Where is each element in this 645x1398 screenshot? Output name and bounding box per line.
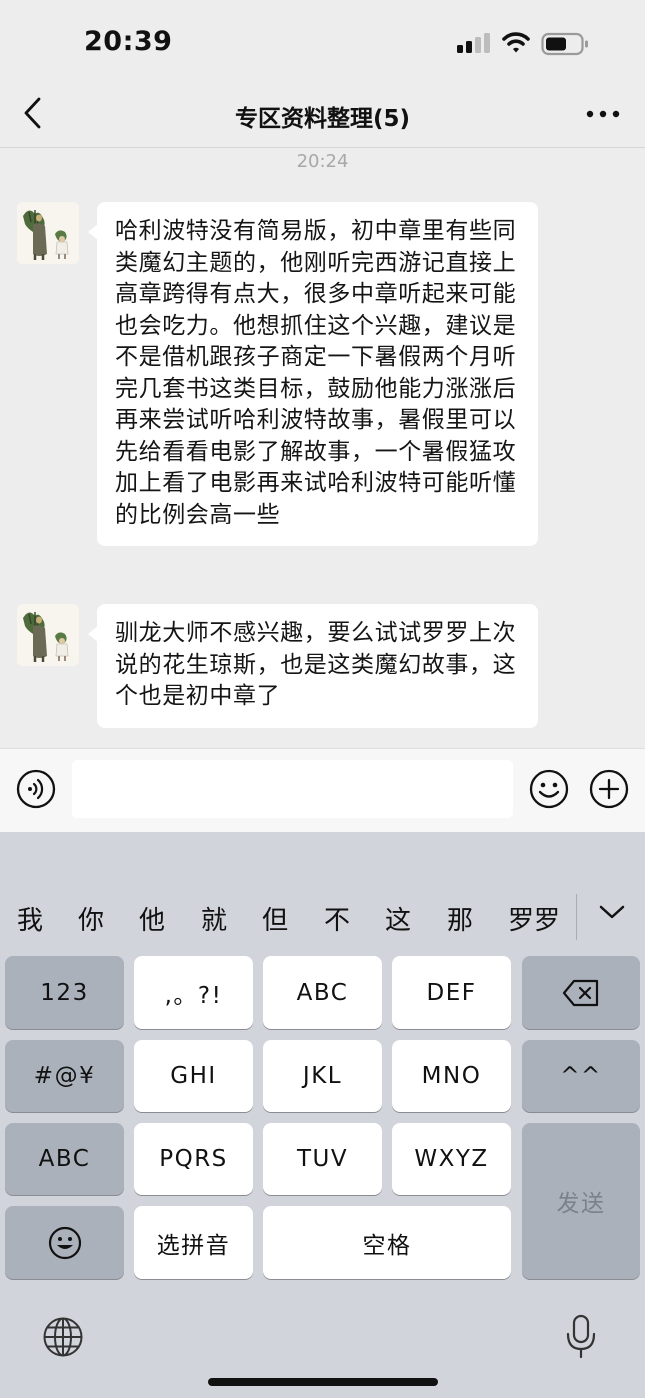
candidate-word[interactable]: 那 xyxy=(447,900,473,937)
sender-avatar[interactable] xyxy=(17,604,79,666)
space-key[interactable]: 空格 xyxy=(263,1206,511,1279)
key-caret[interactable]: ^^ xyxy=(522,1040,640,1112)
avatar-illustration-icon xyxy=(17,604,79,666)
key-jkl[interactable]: JKL xyxy=(263,1040,382,1112)
chevron-down-icon[interactable] xyxy=(598,903,626,923)
battery-icon xyxy=(541,32,588,56)
candidate-word[interactable]: 你 xyxy=(78,900,104,937)
wifi-icon xyxy=(502,32,530,53)
key-def[interactable]: DEF xyxy=(392,956,511,1029)
sender-avatar[interactable] xyxy=(17,202,79,264)
home-indicator xyxy=(208,1378,438,1386)
chat-title: 专区资料整理(5) xyxy=(234,106,411,132)
emoji-key[interactable] xyxy=(5,1206,124,1279)
backspace-icon xyxy=(562,979,599,1006)
candidate-word[interactable]: 就 xyxy=(201,900,227,937)
key-abc[interactable]: ABC xyxy=(263,956,382,1029)
candidate-word[interactable]: 但 xyxy=(262,900,288,937)
key-ghi[interactable]: GHI xyxy=(134,1040,253,1112)
candidate-word[interactable]: 我 xyxy=(17,900,43,937)
microphone-icon[interactable] xyxy=(565,1314,597,1360)
status-time: 20:39 xyxy=(84,26,173,57)
voice-input-icon[interactable] xyxy=(16,769,56,809)
message-bubble: 驯龙大师不感兴趣，要么试试罗罗上次说的花生琼斯，也是这类魔幻故事，这个也是初中章… xyxy=(88,604,538,728)
key-123[interactable]: 123 xyxy=(5,956,124,1029)
message-input[interactable] xyxy=(72,760,513,818)
cellular-signal-icon xyxy=(457,33,490,53)
candidate-word[interactable]: 他 xyxy=(139,900,165,937)
key-mno[interactable]: MNO xyxy=(392,1040,511,1112)
emoji-icon[interactable] xyxy=(529,769,569,809)
nav-divider xyxy=(0,147,645,148)
avatar-illustration-icon xyxy=(17,202,79,264)
globe-icon[interactable] xyxy=(42,1316,84,1358)
delete-button[interactable] xyxy=(522,956,640,1029)
key-punctuation[interactable]: ,。?! xyxy=(134,956,253,1029)
candidate-word[interactable]: 这 xyxy=(385,900,411,937)
key-tuv[interactable]: TUV xyxy=(263,1123,382,1195)
key-abc-switch[interactable]: ABC xyxy=(5,1123,124,1195)
candidate-divider xyxy=(576,894,577,940)
key-pinyin[interactable]: 选拼音 xyxy=(134,1206,253,1279)
chat-timestamp: 20:24 xyxy=(296,151,349,172)
key-wxyz[interactable]: WXYZ xyxy=(392,1123,511,1195)
emoji-icon xyxy=(48,1226,81,1259)
key-symbols[interactable]: #@¥ xyxy=(5,1040,124,1112)
candidate-word[interactable]: 不 xyxy=(324,900,350,937)
message-bubble: 哈利波特没有简易版，初中章里有些同类魔幻主题的，他刚听完西游记直接上高章跨得有点… xyxy=(88,202,538,546)
add-icon[interactable] xyxy=(589,769,629,809)
more-icon[interactable] xyxy=(586,107,620,121)
send-button[interactable]: 发送 xyxy=(522,1123,640,1279)
key-pqrs[interactable]: PQRS xyxy=(134,1123,253,1195)
candidate-word[interactable]: 罗罗 xyxy=(508,900,560,937)
